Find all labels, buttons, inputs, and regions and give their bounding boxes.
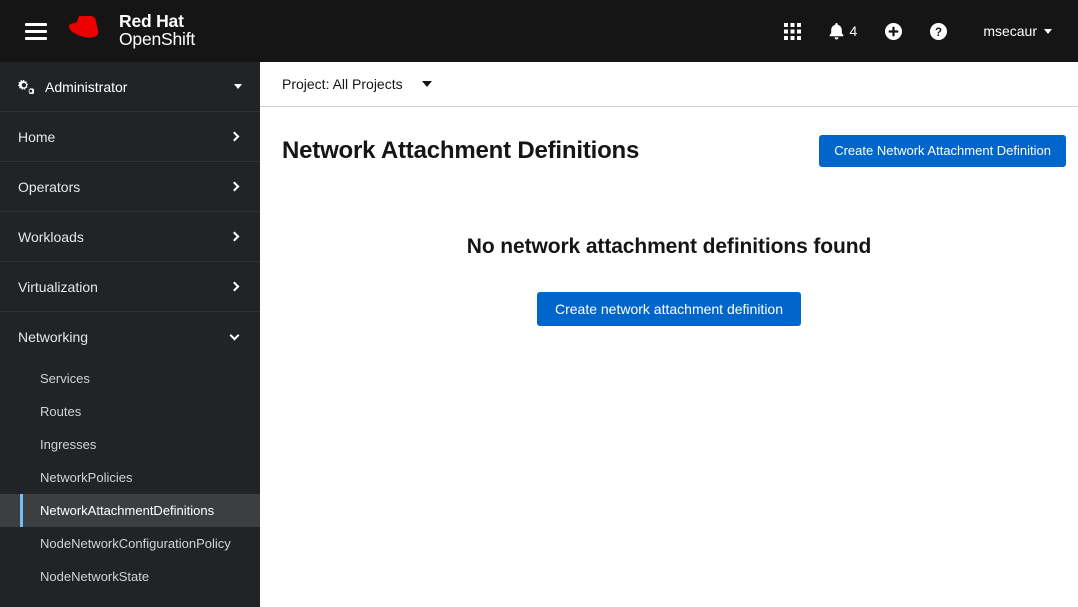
page-title: Network Attachment Definitions (282, 137, 639, 165)
help-button[interactable]: ? (916, 0, 961, 62)
sidebar-item-home[interactable]: Home (0, 112, 260, 162)
sidebar-item-operators[interactable]: Operators (0, 162, 260, 212)
brand-line-1: Red Hat (119, 13, 195, 31)
sidebar-item-label: NodeNetworkState (40, 569, 149, 584)
body-split: Administrator Home Operators Workloads (0, 62, 1078, 607)
sidebar-item-label: Home (18, 129, 231, 145)
question-circle-icon: ? (930, 23, 947, 40)
user-menu-button[interactable]: msecaur (961, 0, 1060, 62)
masthead: Red Hat OpenShift (0, 0, 1078, 62)
caret-down-icon (234, 84, 242, 89)
notifications-button[interactable]: 4 (815, 0, 872, 62)
caret-down-icon (422, 81, 432, 87)
cogs-icon (18, 79, 34, 94)
empty-state-create-button[interactable]: Create network attachment definition (537, 292, 801, 327)
application-launcher-button[interactable] (770, 0, 815, 62)
sidebar-item-services[interactable]: Services (0, 362, 260, 395)
sidebar-item-label: Workloads (18, 229, 231, 245)
sidebar-item-networking[interactable]: Networking (0, 312, 260, 362)
project-bar: Project: All Projects (260, 62, 1078, 107)
user-name: msecaur (983, 23, 1037, 39)
notification-count: 4 (850, 24, 858, 38)
svg-text:?: ? (935, 26, 942, 38)
networking-subnav: Services Routes Ingresses NetworkPolicie… (0, 362, 260, 593)
project-selector[interactable]: Project: All Projects (282, 76, 432, 92)
nav-list: Home Operators Workloads Virtualization (0, 112, 260, 593)
empty-state-title: No network attachment definitions found (467, 235, 871, 259)
chevron-down-icon (230, 331, 240, 341)
sidebar-item-label: Operators (18, 179, 231, 195)
sidebar-item-label: Virtualization (18, 279, 231, 295)
sidebar-item-nodenetworkconfigurationpolicy[interactable]: NodeNetworkConfigurationPolicy (0, 527, 260, 560)
hamburger-bar (25, 23, 47, 26)
sidebar-item-workloads[interactable]: Workloads (0, 212, 260, 262)
sidebar-item-label: NetworkPolicies (40, 470, 132, 485)
sidebar-item-label: NetworkAttachmentDefinitions (40, 503, 214, 518)
chevron-right-icon (230, 232, 240, 242)
sidebar-item-label: Routes (40, 404, 81, 419)
hamburger-bar (25, 30, 47, 33)
openshift-console: Red Hat OpenShift (0, 0, 1078, 607)
hamburger-bar (25, 37, 47, 40)
sidebar-item-nodenetworkstate[interactable]: NodeNetworkState (0, 560, 260, 593)
create-network-attachment-definition-button[interactable]: Create Network Attachment Definition (819, 135, 1066, 167)
sidebar-item-networkattachmentdefinitions[interactable]: NetworkAttachmentDefinitions (0, 494, 260, 527)
sidebar-item-label: Ingresses (40, 437, 96, 452)
sidebar-item-label: Networking (18, 329, 231, 345)
perspective-label: Administrator (45, 79, 234, 95)
red-hat-fedora-logo (69, 16, 111, 46)
grid-apps-icon (784, 23, 801, 40)
masthead-toolbar: 4 ? msecaur (770, 0, 1060, 62)
sidebar-item-ingresses[interactable]: Ingresses (0, 428, 260, 461)
brand-logo-link[interactable]: Red Hat OpenShift (69, 13, 195, 50)
hamburger-menu-icon[interactable] (12, 0, 60, 62)
chevron-right-icon (230, 182, 240, 192)
sidebar-navigation: Administrator Home Operators Workloads (0, 62, 260, 607)
project-selector-label: Project: All Projects (282, 76, 403, 92)
caret-down-icon (1044, 29, 1052, 34)
bell-icon (829, 23, 844, 40)
empty-state-action-wrapper: Create network attachment definition (537, 292, 801, 327)
page-header: Network Attachment Definitions Create Ne… (260, 107, 1078, 185)
brand-line-2: OpenShift (119, 31, 195, 49)
main-content: Project: All Projects Network Attachment… (260, 62, 1078, 607)
sidebar-item-routes[interactable]: Routes (0, 395, 260, 428)
sidebar-item-networkpolicies[interactable]: NetworkPolicies (0, 461, 260, 494)
chevron-right-icon (230, 282, 240, 292)
brand-text: Red Hat OpenShift (119, 13, 195, 50)
sidebar-item-label: Services (40, 371, 90, 386)
perspective-switcher[interactable]: Administrator (0, 62, 260, 112)
empty-state: No network attachment definitions found … (260, 185, 1078, 607)
quick-create-button[interactable] (871, 0, 916, 62)
plus-circle-icon (885, 23, 902, 40)
sidebar-item-label: NodeNetworkConfigurationPolicy (40, 536, 231, 551)
chevron-right-icon (230, 132, 240, 142)
sidebar-item-virtualization[interactable]: Virtualization (0, 262, 260, 312)
